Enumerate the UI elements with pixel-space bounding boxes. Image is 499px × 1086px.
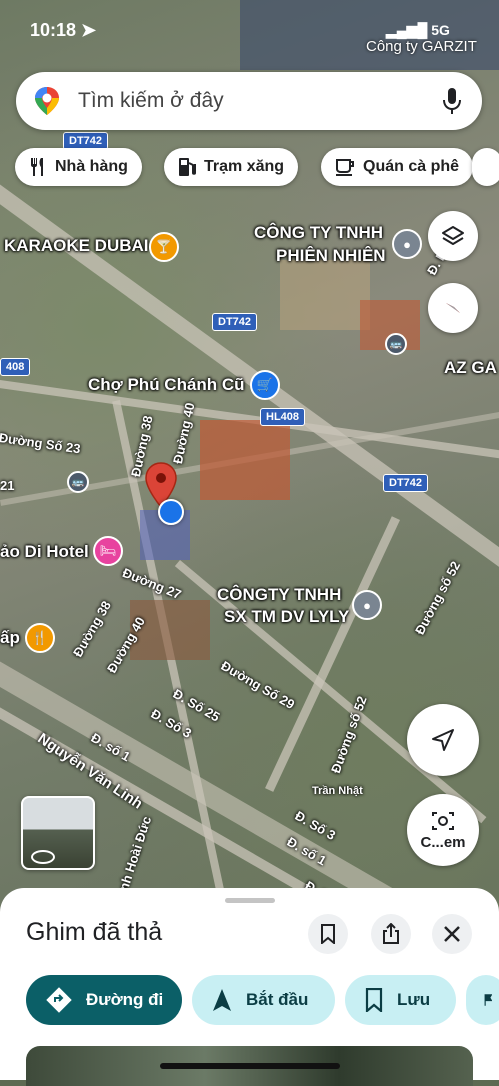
- place-label[interactable]: ảo Di Hotel: [0, 542, 89, 562]
- share-icon: [383, 923, 399, 944]
- place-label[interactable]: ấp: [0, 628, 20, 648]
- chip-label: Quán cà phê: [363, 158, 460, 175]
- navigation-arrow-icon: [432, 729, 454, 751]
- hotel-icon[interactable]: 🛏: [93, 536, 123, 566]
- place-label[interactable]: KARAOKE DUBAI: [4, 236, 149, 256]
- bottom-sheet[interactable]: Ghim đã thả Đường đi Bắt đầu Lưu: [0, 888, 499, 1086]
- action-label: Lưu: [397, 990, 431, 1009]
- bar-icon[interactable]: 🍸: [149, 232, 179, 262]
- gas-station-icon: [179, 158, 196, 176]
- place-label: Trần Nhật: [312, 785, 363, 797]
- place-label[interactable]: CÔNG TY TNHH: [254, 223, 383, 243]
- place-icon[interactable]: ●: [392, 229, 422, 259]
- road-label: Đường Số 29: [218, 658, 298, 713]
- search-bar[interactable]: Tìm kiếm ở đây: [16, 72, 482, 130]
- chip-more[interactable]: [472, 148, 499, 186]
- flag-icon: [484, 994, 492, 1006]
- more-actions-button[interactable]: [466, 975, 499, 1025]
- status-bar: 10:18 ➤ ▂▄▆█ 5G Công ty GARZIT: [0, 0, 499, 60]
- compass-icon: [446, 303, 460, 313]
- chip-restaurants[interactable]: Nhà hàng: [15, 148, 142, 186]
- rotate-360-icon: [31, 850, 55, 864]
- navigation-icon: [213, 989, 231, 1011]
- place-label[interactable]: SX TM DV LYLY: [224, 607, 349, 627]
- place-label[interactable]: Chợ Phú Chánh Cũ: [88, 375, 245, 395]
- place-label[interactable]: PHIÊN NHIÊN: [276, 246, 386, 266]
- restaurant-icon: [31, 158, 43, 176]
- restaurant-icon[interactable]: 🍴: [25, 623, 55, 653]
- chip-gas-stations[interactable]: Trạm xăng: [164, 148, 299, 186]
- road-label: Đ. Số 3: [148, 706, 195, 742]
- bus-stop-icon[interactable]: 🚌: [385, 333, 407, 355]
- shopping-icon[interactable]: 🛒: [250, 370, 280, 400]
- my-location-button[interactable]: [407, 704, 479, 776]
- directions-button[interactable]: Đường đi: [26, 975, 182, 1025]
- action-label: Bắt đầu: [246, 990, 309, 1009]
- lens-label: C...em: [420, 833, 466, 851]
- search-input[interactable]: Tìm kiếm ở đây: [78, 89, 224, 113]
- share-button[interactable]: [371, 914, 411, 954]
- place-label[interactable]: AZ GA: [444, 358, 497, 378]
- route-shield: DT742: [212, 313, 258, 331]
- building-block: [280, 260, 370, 330]
- place-icon[interactable]: ●: [352, 590, 382, 620]
- route-shield: 408: [0, 358, 31, 376]
- sheet-title: Ghim đã thả: [26, 918, 163, 946]
- clock: 10:18 ➤: [30, 20, 97, 40]
- chip-coffee[interactable]: Quán cà phê: [321, 148, 474, 186]
- road-label: 21: [0, 478, 15, 493]
- bookmark-icon: [365, 988, 383, 1012]
- save-icon-button[interactable]: [308, 914, 348, 954]
- drag-handle[interactable]: [225, 898, 275, 903]
- place-label[interactable]: CÔNGTY TNHH: [217, 585, 341, 605]
- route-shield: HL408: [260, 408, 306, 426]
- road-label: nh Hoài Đức: [116, 814, 155, 893]
- building-block: [200, 420, 290, 500]
- street-view-thumbnail[interactable]: [21, 796, 95, 870]
- action-label: Đường đi: [86, 990, 164, 1009]
- current-location-dot[interactable]: [158, 499, 184, 525]
- bus-stop-icon[interactable]: 🚌: [67, 471, 89, 493]
- road-label: Đường Số 23: [0, 430, 82, 457]
- layers-button[interactable]: [428, 211, 478, 261]
- google-maps-logo-icon: [35, 87, 59, 115]
- chip-label: Nhà hàng: [55, 158, 128, 175]
- road-label: Đường số 52: [412, 558, 464, 638]
- layers-icon: [442, 226, 464, 245]
- home-indicator[interactable]: [160, 1063, 340, 1069]
- microphone-icon[interactable]: [442, 87, 462, 115]
- close-button[interactable]: [432, 914, 472, 954]
- camera-search-icon: [432, 811, 454, 830]
- start-button[interactable]: Bắt đầu: [192, 975, 335, 1025]
- chip-label: Trạm xăng: [204, 158, 285, 175]
- signal-indicator: ▂▄▆█ 5G: [386, 22, 450, 38]
- save-button[interactable]: Lưu: [345, 975, 456, 1025]
- road-label: Đường 38: [70, 598, 114, 660]
- bookmark-icon: [321, 924, 335, 944]
- map-corner-label: Công ty GARZIT: [366, 38, 477, 55]
- compass-button[interactable]: [428, 283, 478, 333]
- close-icon: [444, 926, 460, 942]
- directions-icon: [46, 987, 72, 1013]
- route-shield: DT742: [383, 474, 429, 492]
- coffee-icon: [336, 159, 354, 176]
- lens-button[interactable]: C...em: [407, 794, 479, 866]
